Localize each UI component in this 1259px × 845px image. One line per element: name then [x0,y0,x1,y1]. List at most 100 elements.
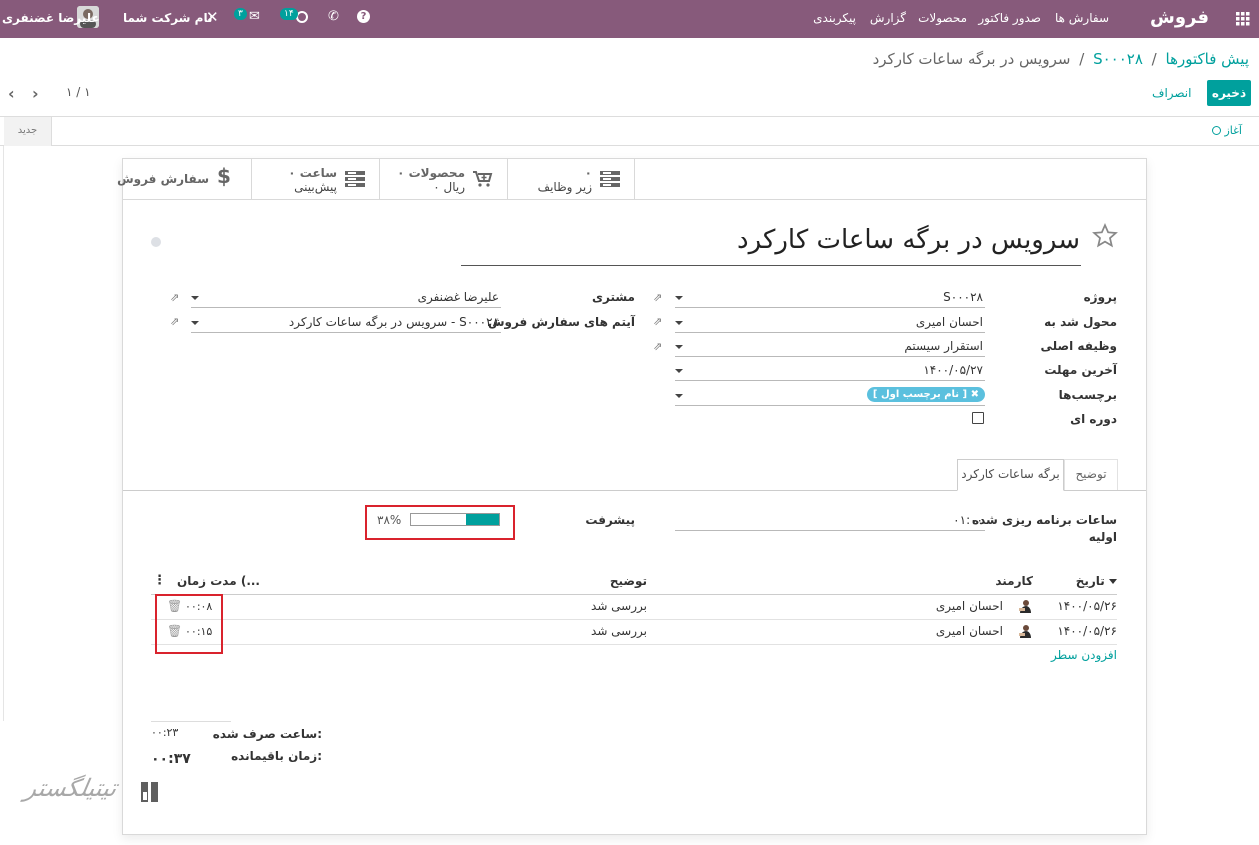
phone-icon[interactable]: ✆ [328,9,339,24]
pager-value[interactable]: ۱ / ۱ [66,85,91,99]
column-date[interactable]: تاریخ [1076,574,1117,588]
spent-hours-value: ۰۰:۲۳ [151,721,231,739]
row-border [151,644,1117,645]
forecast-hours: ۰ ساعت [288,166,337,180]
row1-description[interactable]: بررسی شد [591,599,647,613]
watermark-logo: تیتیلگستر [22,770,170,820]
tag-badge[interactable]: [ نام برچسب اول ] ✖ [866,387,985,402]
help-icon[interactable]: ? [357,10,370,23]
subtasks-count: ۰ [584,166,592,180]
employee-avatar-icon [1018,599,1032,613]
company-switcher[interactable]: نام شرکت شما [123,11,212,25]
customer-field[interactable]: علیرضا غضنفری [191,288,501,308]
tag-remove-icon[interactable]: ✖ [971,389,979,400]
row1-date[interactable]: ۱۴۰۰/۰۵/۲۶ [1057,599,1117,613]
tab-timesheets-label: برگه ساعات کارکرد [961,467,1060,481]
tab-description-label: توضیح [1075,467,1107,481]
column-employee[interactable]: کارمند [995,574,1033,588]
subtasks-label: زیر وظایف [537,180,592,194]
parent-task-field[interactable]: استقرار سیستم [675,337,985,357]
activities-badge: ۱۴ [280,8,298,20]
save-button[interactable]: ذخیره [1207,80,1251,106]
user-name[interactable]: علیرضا غضنفری [2,11,100,25]
row2-description[interactable]: بررسی شد [591,624,647,638]
watermark-mark-icon [139,780,163,806]
planned-hours-label: ساعات برنامه ریزی شده [972,513,1117,527]
row1-employee[interactable]: احسان امیری [936,599,1003,613]
external-link-icon[interactable]: ⇗ [170,292,182,304]
pager-prev-icon[interactable]: ‹ [8,84,15,103]
menu-products[interactable]: محصولات [918,11,967,25]
column-description[interactable]: توضیح [610,574,647,588]
row-border [151,619,1117,620]
dropdown-caret-icon [675,369,683,373]
start-label: آغاز [1224,124,1242,137]
breadcrumb-quotations[interactable]: پیش فاکتورها [1166,50,1249,68]
top-navbar: فروش سفارش ها صدور فاکتور محصولات گزارش … [0,0,1259,38]
messages-badge: ۳ [234,8,247,20]
row2-employee[interactable]: احسان امیری [936,624,1003,638]
breadcrumb-separator: / [1151,50,1157,68]
planned-hours-field[interactable]: ۰۱:۰۰ [675,511,985,531]
external-link-icon[interactable]: ⇗ [653,341,665,353]
project-label: پروژه [1083,290,1117,304]
tab-new[interactable]: جدید [4,117,52,146]
dropdown-caret-icon [675,296,683,300]
row2-date[interactable]: ۱۴۰۰/۰۵/۲۶ [1057,624,1117,638]
tab-timesheets[interactable]: برگه ساعات کارکرد [957,459,1064,491]
menu-reporting[interactable]: گزارش [870,11,906,25]
discard-button[interactable]: انصراف [1152,86,1191,100]
recurring-checkbox[interactable] [972,412,984,424]
so-item-field[interactable]: S۰۰۰۲۸ - سرویس در برگه ساعات کارکرد [191,313,501,333]
column-duration[interactable]: مدت زمان (... [177,574,260,588]
external-link-icon[interactable]: ⇗ [653,292,665,304]
watermark-text: تیتیلگستر [22,774,119,802]
menu-orders[interactable]: سفارش ها [1055,11,1109,25]
subtasks-smart-button[interactable]: ۰ زیر وظایف [507,159,635,199]
forecast-smart-button[interactable]: ۰ ساعت پیش‌بینی [251,159,379,199]
forecast-label: پیش‌بینی [294,180,337,194]
dropdown-caret-icon [191,296,199,300]
favorite-star-icon[interactable] [1092,223,1118,249]
apps-menu-icon[interactable] [1236,12,1250,26]
remaining-hours-label: زمان باقیمانده: [231,749,322,763]
deadline-field[interactable]: ۱۴۰۰/۰۵/۲۷ [675,361,985,381]
tab-description[interactable]: توضیح [1064,459,1118,490]
messages-icon[interactable]: ✉ [249,9,260,24]
dropdown-caret-icon [675,394,683,398]
dropdown-caret-icon [675,321,683,325]
tasks-icon [345,171,365,187]
kanban-state-dot[interactable] [151,237,161,247]
tags-label: برچسب‌ها [1058,388,1117,402]
app-name[interactable]: فروش [1150,7,1209,28]
sales-order-label: سفارش فروش [117,172,209,186]
breadcrumb-separator: / [1079,50,1085,68]
menu-configuration[interactable]: پیکربندی [813,11,856,25]
project-field[interactable]: S۰۰۰۲۸ [675,288,985,308]
tag-label: [ نام برچسب اول ] [872,389,968,400]
external-link-icon[interactable]: ⇗ [170,316,182,328]
employee-avatar-icon [1018,624,1032,638]
breadcrumb-current: سرویس در برگه ساعات کارکرد [872,50,1071,68]
breadcrumb-order[interactable]: S۰۰۰۲۸ [1093,50,1143,68]
tags-field[interactable]: [ نام برچسب اول ] ✖ [675,386,985,406]
column-options-icon[interactable]: ⋮ [153,573,166,588]
start-timer-button[interactable]: آغاز [1212,124,1242,137]
add-line-link[interactable]: افزودن سطر [1051,648,1117,662]
so-item-label: آیتم های سفارش فروش [487,315,635,329]
deadline-label: آخرین مهلت [1044,363,1117,377]
assigned-field[interactable]: احسان امیری [675,313,985,333]
products-smart-button[interactable]: ۰ محصولات ۰ ریال [379,159,507,199]
sales-order-smart-button[interactable]: سفارش فروش $ [117,159,251,199]
task-title[interactable]: سرویس در برگه ساعات کارکرد [737,225,1080,255]
highlight-box-durations [155,594,223,654]
activity-clock-icon[interactable] [296,11,308,23]
menu-invoicing[interactable]: صدور فاکتور [978,11,1041,25]
products-amount: ۰ ریال [433,180,465,194]
breadcrumb: پیش فاکتورها / S۰۰۰۲۸ / سرویس در برگه سا… [873,50,1249,68]
pager-next-icon[interactable]: › [32,84,39,103]
external-link-icon[interactable]: ⇗ [653,316,665,328]
form-sheet: ۰ زیر وظایف ۰ محصولات ۰ ریال ۰ ساعت پیش‌… [117,158,1147,835]
assigned-label: محول شد به [1044,315,1117,329]
customer-label: مشتری [591,290,635,304]
